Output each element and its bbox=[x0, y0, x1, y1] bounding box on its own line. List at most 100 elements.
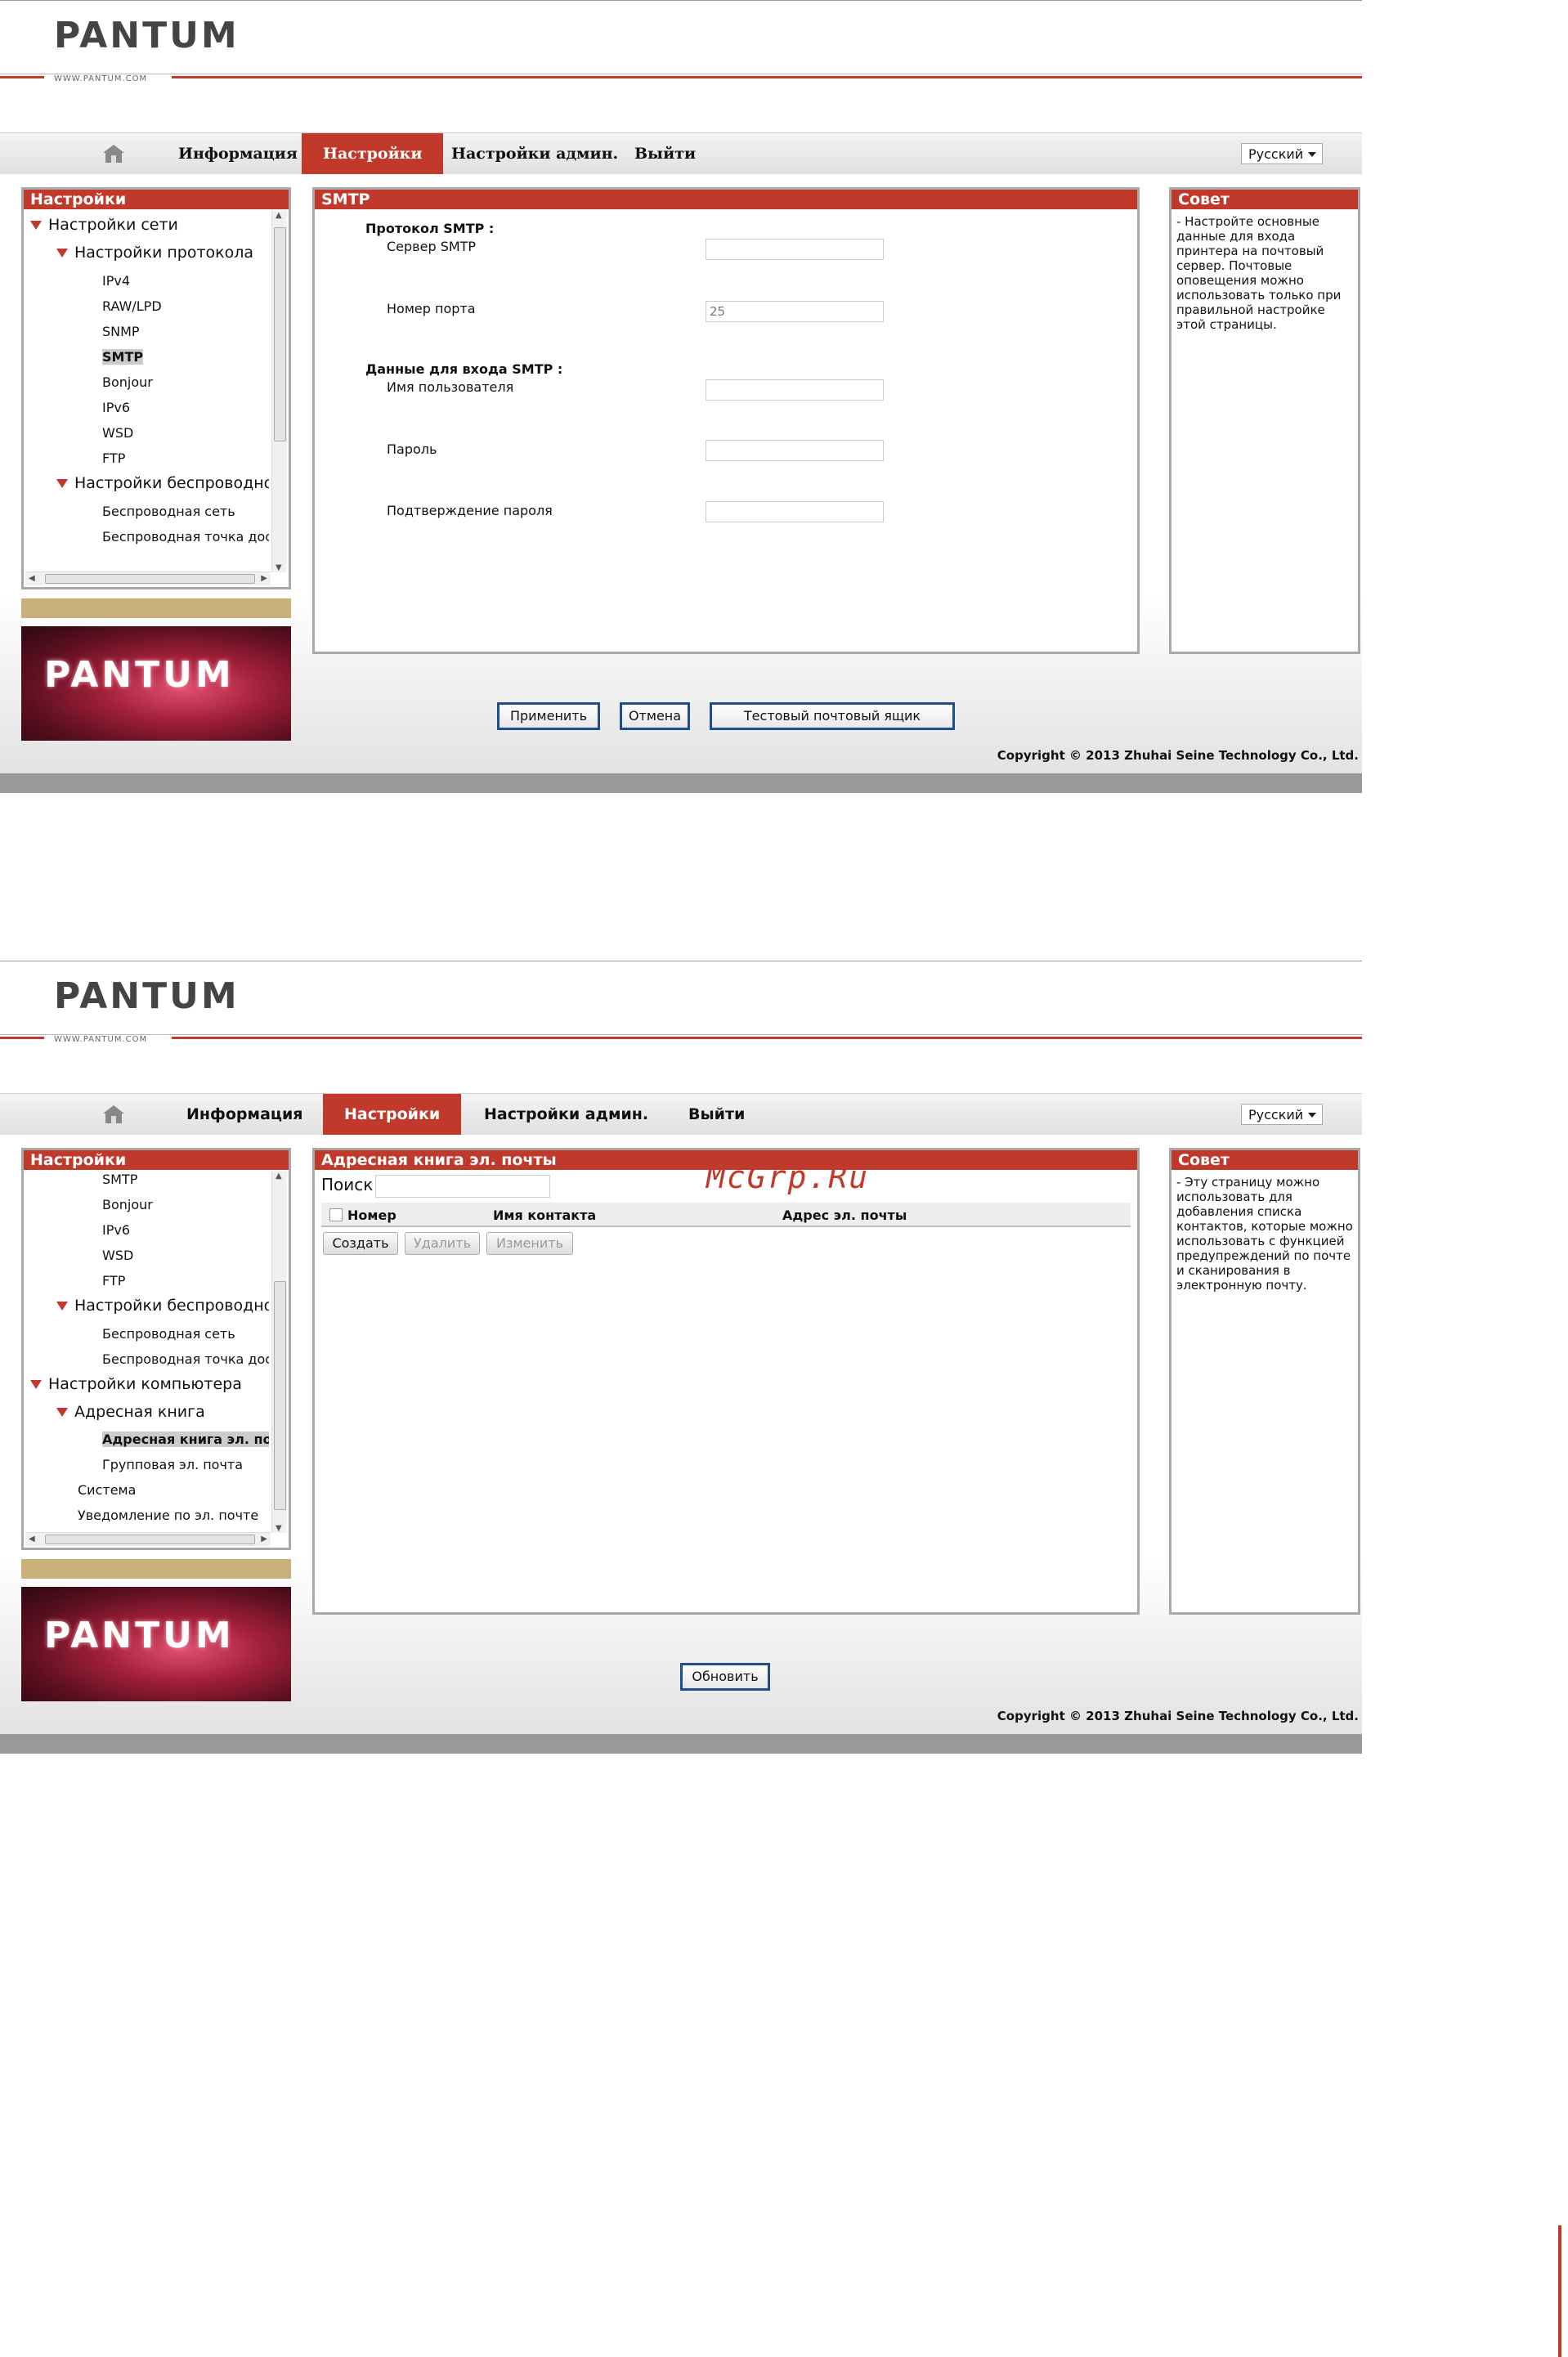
scroll-left-arrow-icon[interactable]: ◀ bbox=[29, 574, 35, 583]
username-input[interactable] bbox=[706, 379, 884, 401]
search-input[interactable] bbox=[375, 1175, 550, 1198]
scroll-right-arrow-icon[interactable]: ▶ bbox=[261, 1535, 267, 1544]
smtp-login-heading: Данные для входа SMTP : bbox=[365, 361, 563, 377]
expand-triangle-icon[interactable] bbox=[56, 1408, 68, 1417]
scroll-down-arrow-icon[interactable]: ▼ bbox=[276, 563, 282, 572]
nav-logout[interactable]: Выйти bbox=[667, 1094, 766, 1135]
expand-triangle-icon[interactable] bbox=[56, 249, 68, 258]
language-select[interactable]: Русский bbox=[1241, 1104, 1323, 1125]
tips-text: - Эту страницу можно использовать для до… bbox=[1176, 1175, 1353, 1293]
nav-logout[interactable]: Выйти bbox=[613, 133, 717, 174]
scrollbar-thumb[interactable] bbox=[45, 1535, 255, 1544]
scroll-right-arrow-icon[interactable]: ▶ bbox=[261, 574, 267, 583]
tree-wireless-settings[interactable]: Настройки беспроводной с bbox=[56, 474, 269, 492]
home-icon[interactable] bbox=[101, 143, 126, 164]
nav-settings[interactable]: Настройки bbox=[302, 133, 444, 174]
nav-info[interactable]: Информация bbox=[165, 1094, 324, 1135]
tree-system[interactable]: Система bbox=[78, 1482, 136, 1498]
tree-smtp[interactable]: SMTP bbox=[102, 1172, 137, 1187]
tree-snmp[interactable]: SNMP bbox=[102, 324, 140, 339]
refresh-button[interactable]: Обновить bbox=[680, 1663, 770, 1691]
website-url: WWW.PANTUM.COM bbox=[54, 1035, 148, 1044]
smtp-server-input[interactable] bbox=[706, 239, 884, 260]
header-stripe bbox=[0, 1037, 44, 1039]
tree-wireless-access-point[interactable]: Беспроводная точка досту bbox=[102, 1351, 269, 1367]
tree-wsd[interactable]: WSD bbox=[102, 1248, 133, 1263]
tree-bonjour[interactable]: Bonjour bbox=[102, 374, 153, 390]
sidebar-vertical-scrollbar[interactable]: ▲ ▼ bbox=[271, 1172, 287, 1533]
header-stripe bbox=[0, 76, 44, 78]
tree-network-settings[interactable]: Настройки сети bbox=[30, 216, 178, 234]
pantum-banner: PANTUM bbox=[21, 1587, 291, 1701]
scrollbar-thumb[interactable] bbox=[274, 227, 286, 441]
home-icon[interactable] bbox=[101, 1104, 126, 1125]
tree-bonjour[interactable]: Bonjour bbox=[102, 1197, 153, 1212]
scroll-down-arrow-icon[interactable]: ▼ bbox=[276, 1524, 282, 1533]
settings-sidebar: Настройки SMTP Bonjour IPv6 WSD FTP Наст… bbox=[21, 1148, 291, 1550]
tree-ftp[interactable]: FTP bbox=[102, 1273, 125, 1288]
sidebar-horizontal-scrollbar[interactable]: ◀ ▶ bbox=[25, 1532, 271, 1546]
nav-info[interactable]: Информация bbox=[157, 133, 319, 174]
scrollbar-thumb[interactable] bbox=[45, 574, 255, 584]
header-stripe bbox=[172, 76, 1362, 78]
copyright: Copyright © 2013 Zhuhai Seine Technology… bbox=[997, 748, 1359, 763]
sidebar-vertical-scrollbar[interactable]: ▲ ▼ bbox=[271, 211, 287, 572]
column-number: Номер bbox=[347, 1208, 396, 1223]
password-input[interactable] bbox=[706, 440, 884, 461]
search-label: Поиск bbox=[321, 1175, 374, 1194]
test-mailbox-button[interactable]: Тестовый почтовый ящик bbox=[710, 702, 955, 730]
confirm-password-input[interactable] bbox=[706, 501, 884, 522]
nav-admin-settings[interactable]: Настройки админ. bbox=[430, 133, 639, 174]
cancel-button[interactable]: Отмена bbox=[620, 702, 690, 730]
tree-email-address-book[interactable]: Адресная книга эл. поч bbox=[102, 1432, 269, 1447]
password-label: Пароль bbox=[387, 441, 437, 457]
smtp-server-label: Сервер SMTP bbox=[387, 239, 477, 254]
nav-admin-settings[interactable]: Настройки админ. bbox=[463, 1094, 670, 1135]
language-select[interactable]: Русский bbox=[1241, 143, 1323, 164]
scrollbar-thumb[interactable] bbox=[274, 1281, 286, 1510]
expand-triangle-icon[interactable] bbox=[30, 1380, 42, 1389]
tree-wsd[interactable]: WSD bbox=[102, 425, 133, 441]
settings-tree: SMTP Bonjour IPv6 WSD FTP Настройки бесп… bbox=[24, 1170, 269, 1531]
expand-triangle-icon[interactable] bbox=[30, 221, 42, 230]
tips-text: - Настройте основные данные для входа пр… bbox=[1176, 214, 1342, 332]
smtp-panel: SMTP Протокол SMTP : Сервер SMTP Номер п… bbox=[312, 187, 1140, 654]
tree-raw-lpd[interactable]: RAW/LPD bbox=[102, 298, 162, 314]
port-label: Номер порта bbox=[387, 301, 476, 316]
copyright: Copyright © 2013 Zhuhai Seine Technology… bbox=[997, 1709, 1359, 1723]
nav-settings[interactable]: Настройки bbox=[323, 1094, 462, 1135]
sidebar-accent-bar bbox=[21, 1559, 291, 1579]
sidebar-horizontal-scrollbar[interactable]: ◀ ▶ bbox=[25, 571, 271, 585]
tree-smtp[interactable]: SMTP bbox=[102, 349, 144, 365]
tree-computer-settings[interactable]: Настройки компьютера bbox=[30, 1375, 242, 1393]
expand-triangle-icon[interactable] bbox=[56, 479, 68, 488]
pantum-logo: PANTUM bbox=[54, 15, 240, 56]
apply-button[interactable]: Применить bbox=[497, 702, 600, 730]
port-input[interactable]: 25 bbox=[706, 301, 884, 322]
scroll-up-arrow-icon[interactable]: ▲ bbox=[276, 1172, 282, 1181]
tree-wireless-network[interactable]: Беспроводная сеть bbox=[102, 504, 235, 519]
tree-wireless-network[interactable]: Беспроводная сеть bbox=[102, 1326, 235, 1342]
tree-ipv6[interactable]: IPv6 bbox=[102, 1222, 130, 1238]
edit-button[interactable]: Изменить bbox=[486, 1232, 573, 1255]
tree-protocol-settings[interactable]: Настройки протокола bbox=[56, 244, 253, 262]
tree-group-email[interactable]: Групповая эл. почта bbox=[102, 1457, 243, 1472]
create-button[interactable]: Создать bbox=[323, 1232, 398, 1255]
banner-logo: PANTUM bbox=[44, 654, 235, 696]
tree-wireless-access-point[interactable]: Беспроводная точка досту bbox=[102, 529, 269, 544]
scroll-up-arrow-icon[interactable]: ▲ bbox=[276, 211, 282, 220]
sidebar-title: Настройки bbox=[24, 1150, 289, 1170]
scroll-left-arrow-icon[interactable]: ◀ bbox=[29, 1535, 35, 1544]
content-title: SMTP bbox=[315, 190, 1137, 209]
tree-address-book[interactable]: Адресная книга bbox=[56, 1403, 205, 1421]
select-all-checkbox[interactable] bbox=[329, 1208, 343, 1221]
screen-smtp: PANTUM WWW.PANTUM.COM Информация Настрой… bbox=[0, 0, 1362, 793]
tree-email-notification[interactable]: Уведомление по эл. почте bbox=[78, 1508, 258, 1523]
tree-ipv4[interactable]: IPv4 bbox=[102, 273, 130, 289]
delete-button[interactable]: Удалить bbox=[405, 1232, 480, 1255]
tree-ipv6[interactable]: IPv6 bbox=[102, 400, 130, 415]
tree-ftp[interactable]: FTP bbox=[102, 450, 125, 466]
expand-triangle-icon[interactable] bbox=[56, 1302, 68, 1311]
top-border bbox=[0, 0, 1362, 1]
tree-wireless-settings[interactable]: Настройки беспроводной с bbox=[56, 1297, 269, 1315]
